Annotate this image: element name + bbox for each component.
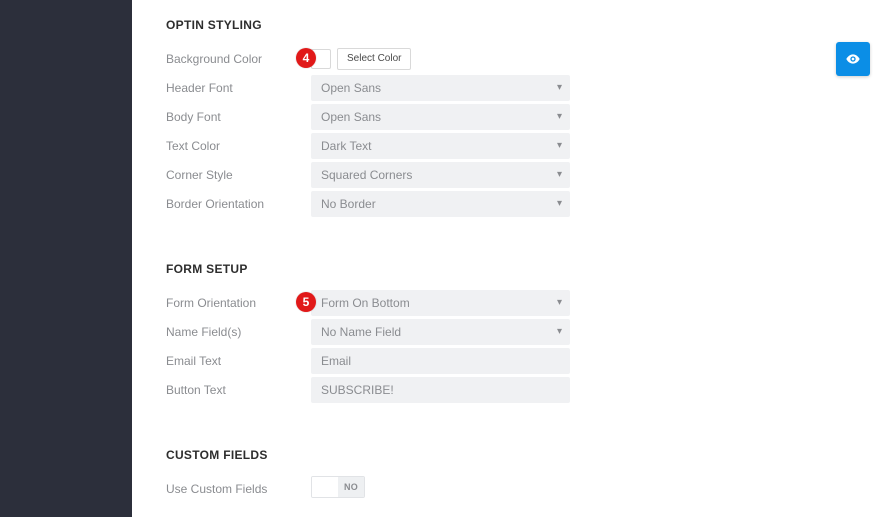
row-name-fields: Name Field(s) No Name Field xyxy=(166,317,570,346)
toggle-use-custom-fields[interactable]: NO xyxy=(311,476,365,498)
select-border-orientation[interactable]: No Border xyxy=(311,191,570,217)
select-body-font[interactable]: Open Sans xyxy=(311,104,570,130)
label-corner-style: Corner Style xyxy=(166,168,311,182)
label-name-fields: Name Field(s) xyxy=(166,325,311,339)
section-optin-styling: OPTIN STYLING Background Color Select Co… xyxy=(166,18,570,218)
row-email-text: Email Text xyxy=(166,346,570,375)
input-email-text[interactable] xyxy=(311,348,570,374)
row-border-orientation: Border Orientation No Border xyxy=(166,189,570,218)
label-email-text: Email Text xyxy=(166,354,311,368)
section-title-custom-fields: CUSTOM FIELDS xyxy=(166,448,570,462)
label-use-custom-fields: Use Custom Fields xyxy=(166,482,311,496)
row-body-font: Body Font Open Sans xyxy=(166,102,570,131)
eye-icon xyxy=(845,51,861,67)
label-background-color: Background Color xyxy=(166,52,311,66)
row-text-color: Text Color Dark Text xyxy=(166,131,570,160)
label-text-color: Text Color xyxy=(166,139,311,153)
section-custom-fields: CUSTOM FIELDS Use Custom Fields NO xyxy=(166,448,570,503)
select-name-fields[interactable]: No Name Field xyxy=(311,319,570,345)
background-color-control: Select Color xyxy=(311,48,570,70)
row-header-font: Header Font Open Sans xyxy=(166,73,570,102)
section-title-optin-styling: OPTIN STYLING xyxy=(166,18,570,32)
left-sidebar xyxy=(0,0,132,517)
section-form-setup: FORM SETUP Form Orientation Form On Bott… xyxy=(166,262,570,404)
row-background-color: Background Color Select Color 4 xyxy=(166,44,570,73)
preview-button[interactable] xyxy=(836,42,870,76)
select-header-font[interactable]: Open Sans xyxy=(311,75,570,101)
row-button-text: Button Text xyxy=(166,375,570,404)
select-corner-style[interactable]: Squared Corners xyxy=(311,162,570,188)
annotation-badge-4: 4 xyxy=(296,48,316,68)
label-border-orientation: Border Orientation xyxy=(166,197,311,211)
row-form-orientation: Form Orientation Form On Bottom 5 xyxy=(166,288,570,317)
select-text-color[interactable]: Dark Text xyxy=(311,133,570,159)
select-color-button[interactable]: Select Color xyxy=(337,48,411,70)
input-button-text[interactable] xyxy=(311,377,570,403)
row-use-custom-fields: Use Custom Fields NO xyxy=(166,474,570,503)
main-panel: OPTIN STYLING Background Color Select Co… xyxy=(132,0,880,517)
label-body-font: Body Font xyxy=(166,110,311,124)
label-header-font: Header Font xyxy=(166,81,311,95)
toggle-state: NO xyxy=(338,477,364,497)
select-form-orientation[interactable]: Form On Bottom xyxy=(311,290,570,316)
label-form-orientation: Form Orientation xyxy=(166,296,311,310)
label-button-text: Button Text xyxy=(166,383,311,397)
annotation-badge-5: 5 xyxy=(296,292,316,312)
toggle-knob xyxy=(312,477,338,497)
row-corner-style: Corner Style Squared Corners xyxy=(166,160,570,189)
section-title-form-setup: FORM SETUP xyxy=(166,262,570,276)
